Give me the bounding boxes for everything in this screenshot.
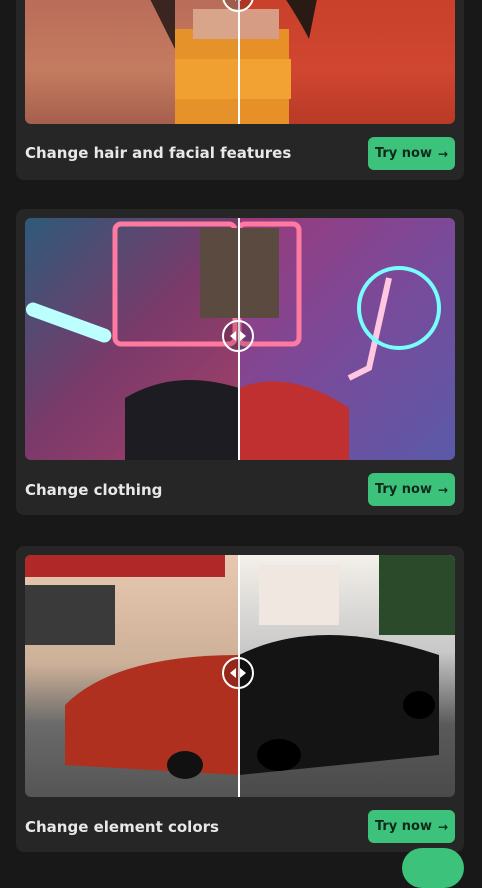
card-title: Change element colors <box>25 818 219 836</box>
after-image <box>239 0 455 124</box>
slider-handle-icon[interactable] <box>222 320 254 352</box>
try-now-button[interactable]: Try now → <box>368 137 455 170</box>
neon-scene-illustration <box>25 221 239 460</box>
neon-scene-illustration-after <box>236 221 441 460</box>
feature-card-clothing: Change clothing Try now → <box>16 209 464 515</box>
feature-card-hair: Change hair and facial features Try now … <box>16 0 464 180</box>
try-now-button[interactable]: Try now → <box>368 810 455 843</box>
before-after-slider-colors[interactable] <box>25 555 455 797</box>
arrow-right-icon: → <box>437 819 449 834</box>
after-image <box>236 218 455 460</box>
arrow-right-icon: → <box>437 482 449 497</box>
before-image <box>25 555 239 797</box>
floating-action-button[interactable] <box>402 848 464 888</box>
before-after-slider-clothing[interactable] <box>25 218 455 460</box>
try-now-button[interactable]: Try now → <box>368 473 455 506</box>
slider-handle-icon[interactable] <box>222 657 254 689</box>
car-illustration <box>25 555 239 779</box>
button-label: Try now <box>374 819 432 834</box>
feature-card-colors: Change element colors Try now → <box>16 546 464 852</box>
portrait-illustration-after <box>239 0 317 124</box>
before-image <box>25 0 239 124</box>
portrait-illustration <box>150 0 239 124</box>
slider-divider[interactable] <box>238 0 240 124</box>
car-illustration-after <box>239 555 455 775</box>
before-after-slider-hair[interactable] <box>25 0 455 124</box>
button-label: Try now <box>374 146 432 161</box>
card-title: Change clothing <box>25 481 163 499</box>
card-title: Change hair and facial features <box>25 144 292 162</box>
before-image <box>25 218 239 460</box>
arrow-right-icon: → <box>437 146 449 161</box>
after-image <box>239 555 455 797</box>
button-label: Try now <box>374 482 432 497</box>
